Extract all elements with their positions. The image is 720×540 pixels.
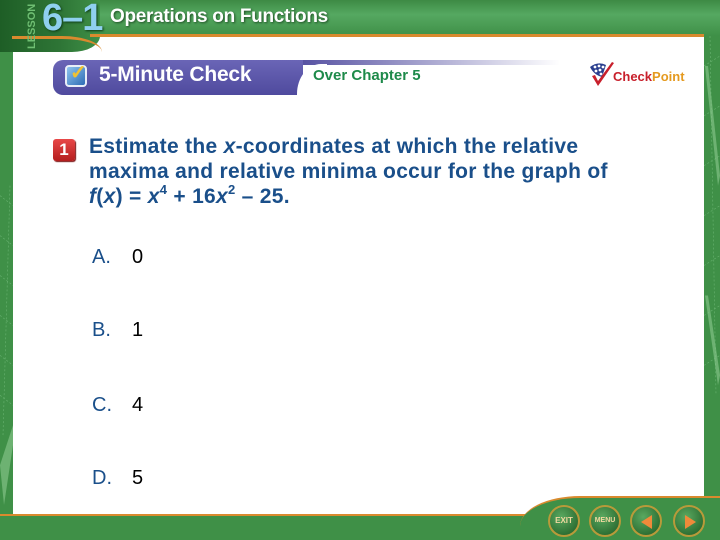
lesson-label: LESSON — [26, 3, 38, 49]
exit-label: EXIT — [555, 516, 573, 525]
option-value: 1 — [132, 319, 144, 341]
next-button[interactable] — [673, 505, 705, 537]
option-letter: A. — [92, 246, 111, 268]
lesson-title: Operations on Functions — [110, 6, 328, 27]
logo-check-text: Check — [613, 69, 653, 84]
checkbox-icon: ✓ — [65, 62, 87, 87]
lesson-header — [0, 0, 720, 36]
option-value: 5 — [132, 467, 144, 489]
formula-x: x — [103, 185, 116, 208]
option-value: 4 — [132, 394, 144, 416]
checkpoint-logo: CheckPoint — [588, 61, 688, 89]
question-formula: f(x) = x4 + 16x2 – 25. — [89, 182, 290, 208]
previous-button[interactable] — [630, 505, 662, 537]
formula-x: x — [147, 185, 160, 208]
arrow-left-icon — [641, 515, 652, 529]
answer-option-a[interactable]: A. 0 — [92, 246, 143, 269]
formula-part: ( — [96, 185, 104, 208]
question-number-badge: 1 — [53, 139, 75, 161]
question-text-segment: maxima and relative minima occur for the… — [89, 160, 608, 183]
formula-part: + 16 — [167, 185, 217, 208]
answer-option-d[interactable]: D. 5 — [92, 467, 143, 490]
menu-label: MENU — [594, 517, 616, 524]
answer-option-c[interactable]: C. 4 — [92, 394, 143, 417]
question-variable: x — [223, 135, 236, 158]
answer-option-b[interactable]: B. 1 — [92, 319, 143, 342]
option-value: 0 — [132, 246, 144, 268]
banner-title: 5-Minute Check — [99, 63, 252, 86]
formula-x: x — [216, 185, 229, 208]
menu-button[interactable]: MENU — [589, 505, 621, 537]
chapter-subtitle: Over Chapter 5 — [313, 67, 421, 84]
banner-tail — [290, 60, 560, 65]
option-letter: B. — [92, 319, 111, 341]
left-frame-decoration — [0, 36, 13, 515]
formula-part: – 25. — [235, 185, 290, 208]
header-divider — [90, 34, 704, 37]
formula-exponent: 2 — [228, 182, 236, 197]
right-frame-decoration — [704, 36, 720, 515]
question-text: Estimate the x-coordinates at which the … — [89, 134, 689, 209]
formula-part: ) = — [115, 185, 148, 208]
question-text-segment: Estimate the — [89, 135, 224, 158]
question-text-segment: -coordinates at which the relative — [235, 135, 579, 158]
exit-button[interactable]: EXIT — [548, 505, 580, 537]
slide-content-area — [13, 37, 704, 515]
arrow-right-icon — [685, 515, 696, 529]
option-letter: D. — [92, 467, 112, 489]
lesson-number: 6–1 — [42, 0, 103, 39]
logo-point-text: Point — [652, 69, 685, 84]
option-letter: C. — [92, 394, 112, 416]
